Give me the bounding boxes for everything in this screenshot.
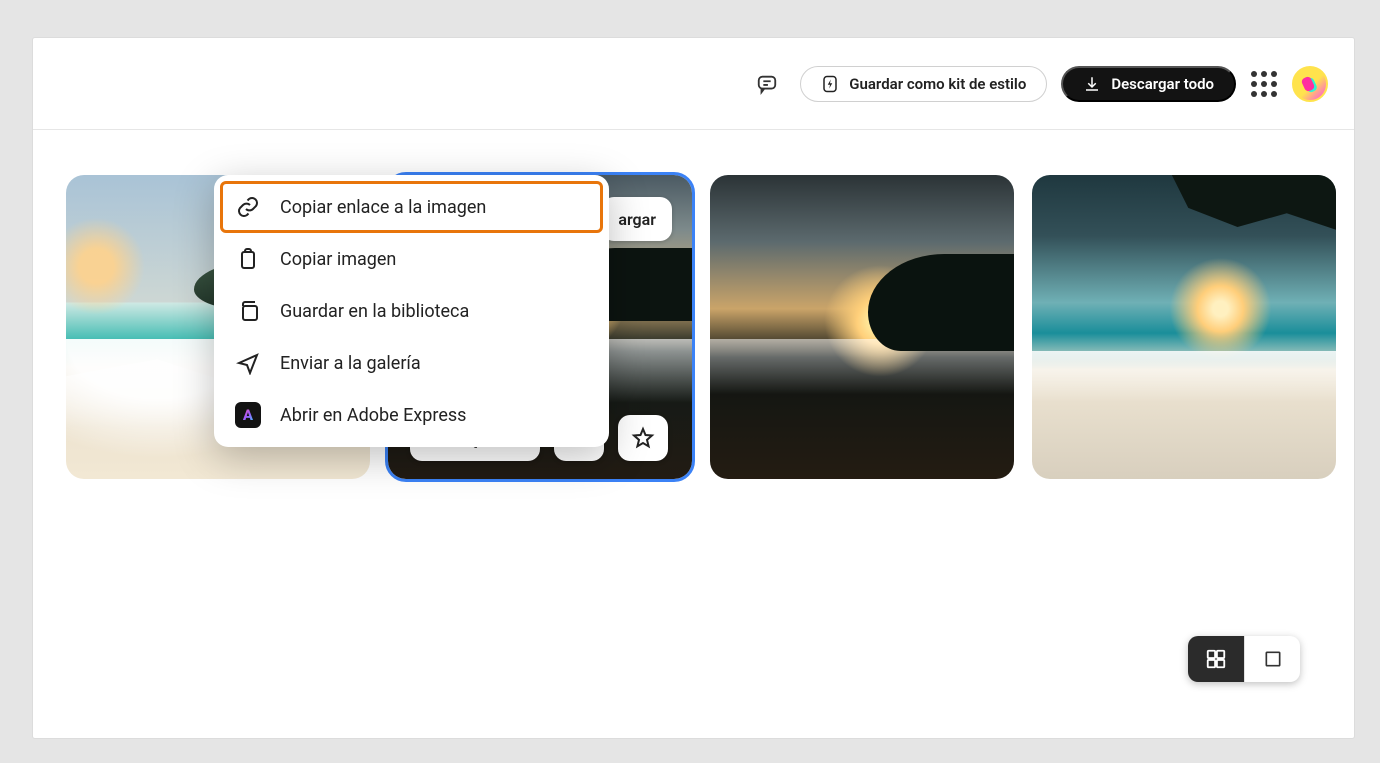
menu-send-gallery[interactable]: Enviar a la galería — [214, 337, 609, 389]
menu-save-library-label: Guardar en la biblioteca — [280, 301, 469, 322]
menu-copy-link[interactable]: Copiar enlace a la imagen — [214, 181, 609, 233]
menu-copy-link-label: Copiar enlace a la imagen — [280, 197, 486, 218]
download-all-label: Descargar todo — [1111, 75, 1214, 93]
image-thumbnail[interactable] — [710, 175, 1014, 479]
star-icon[interactable] — [630, 425, 656, 451]
context-menu: Copiar enlace a la imagen Copiar imagen … — [214, 175, 609, 447]
comment-icon[interactable] — [748, 65, 786, 103]
adobe-express-icon: A — [234, 401, 262, 429]
bolt-badge-icon — [821, 74, 839, 94]
clipboard-icon — [234, 245, 262, 273]
square-icon — [1263, 649, 1283, 669]
avatar[interactable] — [1292, 66, 1328, 102]
grid-icon — [1205, 648, 1227, 670]
download-chip[interactable]: argar — [602, 197, 672, 241]
save-style-kit-label: Guardar como kit de estilo — [849, 75, 1026, 93]
image-thumbnail[interactable] — [1032, 175, 1336, 479]
download-icon — [1083, 75, 1101, 93]
download-chip-label: argar — [618, 210, 656, 229]
favorite-group — [618, 415, 668, 461]
view-toggle — [1188, 636, 1300, 682]
link-icon — [234, 193, 262, 221]
menu-open-express-label: Abrir en Adobe Express — [280, 405, 466, 426]
library-icon — [234, 297, 262, 325]
download-all-button[interactable]: Descargar todo — [1061, 66, 1236, 102]
apps-grid-icon[interactable] — [1250, 70, 1278, 98]
menu-copy-image[interactable]: Copiar imagen — [214, 233, 609, 285]
top-bar: Guardar como kit de estilo Descargar tod… — [33, 38, 1354, 130]
save-style-kit-button[interactable]: Guardar como kit de estilo — [800, 66, 1047, 102]
menu-open-express[interactable]: A Abrir en Adobe Express — [214, 389, 609, 441]
menu-copy-image-label: Copiar imagen — [280, 249, 396, 270]
menu-save-library[interactable]: Guardar en la biblioteca — [214, 285, 609, 337]
send-icon — [234, 349, 262, 377]
grid-view-button[interactable] — [1188, 636, 1244, 682]
menu-send-gallery-label: Enviar a la galería — [280, 353, 421, 374]
single-view-button[interactable] — [1244, 636, 1300, 682]
